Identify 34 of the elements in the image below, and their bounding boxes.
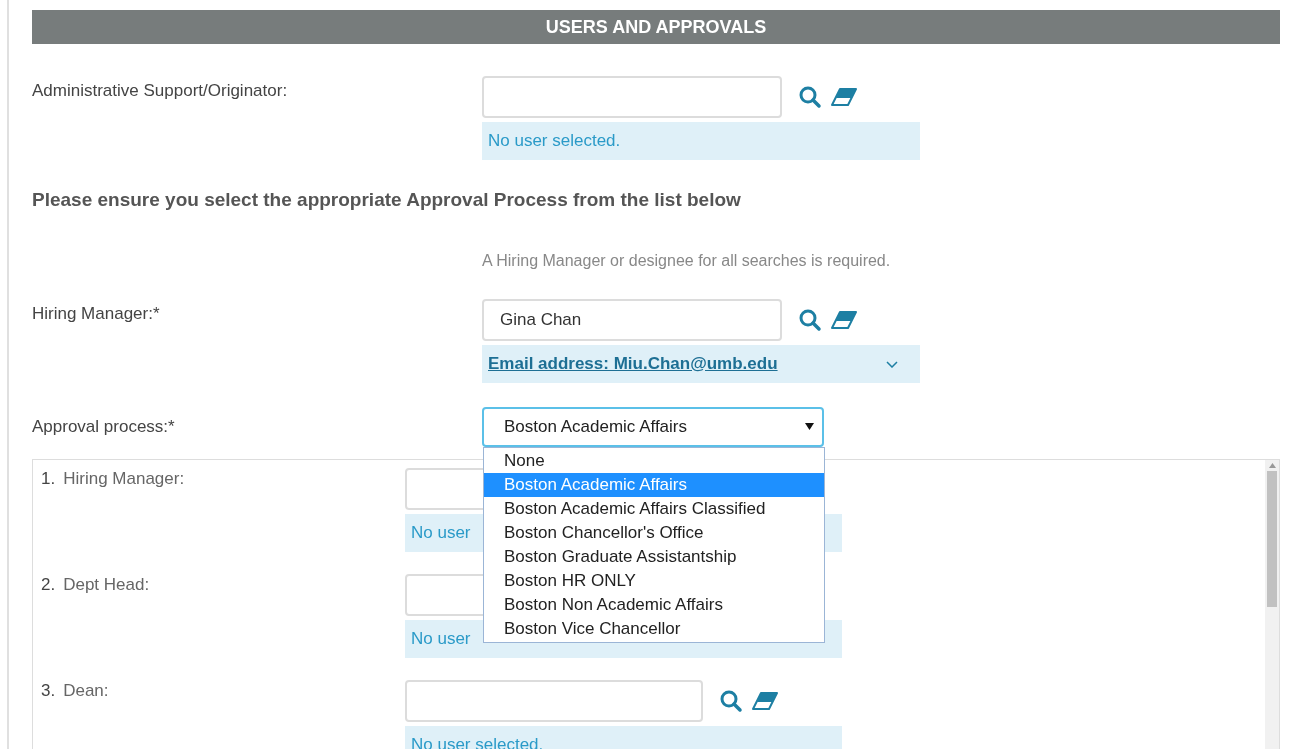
chevron-icon[interactable]: [886, 359, 898, 368]
dropdown-option[interactable]: Boston Vice Chancellor: [484, 616, 824, 641]
status-message: No user selected.: [482, 122, 920, 160]
dropdown-option[interactable]: Boston Non Academic Affairs: [484, 592, 824, 617]
field-label: Hiring Manager:*: [32, 302, 161, 325]
step-number: 2.: [41, 573, 56, 596]
step-number: 3.: [41, 679, 56, 702]
scrollbar[interactable]: [1265, 459, 1279, 749]
section-header: USERS AND APPROVALS: [32, 10, 1280, 44]
field-label: Approval process:*: [32, 415, 176, 438]
user-field[interactable]: [482, 76, 782, 118]
user-field[interactable]: Gina Chan: [482, 298, 782, 341]
step-label: Dean:: [63, 679, 109, 702]
dropdown-option[interactable]: None: [484, 448, 824, 473]
field-label: Administrative Support/Originator:: [32, 80, 289, 102]
step-label: Dept Head:: [63, 573, 150, 596]
email-link[interactable]: Email address: Miu.Chan@umb.edu: [488, 350, 778, 377]
dropdown-arrow-icon: [805, 423, 814, 430]
step-number: 1.: [41, 467, 56, 490]
user-field[interactable]: [405, 679, 703, 722]
eraser-icon[interactable]: [751, 690, 779, 711]
search-icon[interactable]: [798, 307, 822, 332]
approval-select[interactable]: Boston Academic Affairs: [482, 406, 824, 447]
eraser-icon[interactable]: [830, 309, 858, 330]
hint-text: A Hiring Manager or designee for all searches is required.: [482, 250, 892, 271]
search-icon[interactable]: [798, 85, 822, 109]
dropdown-option[interactable]: Boston HR ONLY: [484, 568, 824, 593]
eraser-icon[interactable]: [830, 87, 858, 107]
scrollbar-thumb[interactable]: [1267, 470, 1277, 607]
instruction-text: Please ensure you select the appropriate Approval Process from the list below: [32, 188, 742, 212]
search-icon[interactable]: [719, 688, 743, 713]
dropdown-option[interactable]: Boston Chancellor's Office: [484, 520, 824, 545]
scroll-up-icon[interactable]: [1268, 462, 1276, 468]
step-label: Hiring Manager:: [63, 467, 185, 490]
